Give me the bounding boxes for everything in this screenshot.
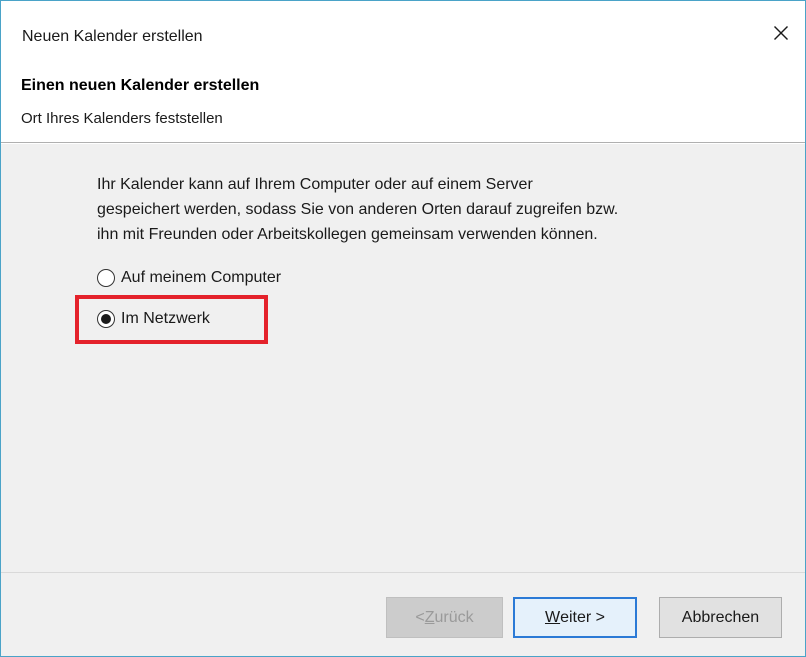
back-button[interactable]: < Zurück: [386, 597, 503, 638]
button-bar: < Zurück Weiter > Abbrechen: [1, 572, 805, 656]
cancel-button-label: Abbrechen: [681, 608, 760, 626]
radio-button-local[interactable]: [97, 269, 115, 287]
description-text: Ihr Kalender kann auf Ihrem Computer ode…: [97, 172, 747, 247]
next-button-label: eiter >: [560, 608, 606, 626]
highlight-annotation: [75, 295, 268, 344]
dialog-window: Neuen Kalender erstellen Einen neuen Kal…: [0, 0, 806, 657]
close-icon: [774, 26, 788, 40]
close-button[interactable]: [761, 15, 801, 51]
cancel-button[interactable]: Abbrechen: [659, 597, 782, 638]
radio-label-local: Auf meinem Computer: [121, 269, 282, 286]
wizard-subtitle: Ort Ihres Kalenders feststellen: [21, 110, 223, 127]
description-line: gespeichert werden, sodass Sie von ander…: [97, 201, 619, 218]
back-button-label: urück: [434, 608, 474, 626]
radio-option-local[interactable]: Auf meinem Computer: [97, 266, 281, 290]
back-button-accel: Z: [424, 608, 435, 626]
wizard-content: Ihr Kalender kann auf Ihrem Computer ode…: [1, 144, 805, 572]
next-button[interactable]: Weiter >: [513, 597, 637, 638]
window-title: Neuen Kalender erstellen: [22, 28, 203, 45]
title-bar: Neuen Kalender erstellen: [1, 1, 805, 59]
back-button-prefix: <: [415, 608, 425, 626]
description-line: ihn mit Freunden oder Arbeitskollegen ge…: [97, 226, 598, 243]
next-button-accel: W: [544, 608, 561, 626]
wizard-header: Einen neuen Kalender erstellen Ort Ihres…: [1, 59, 805, 143]
description-line: Ihr Kalender kann auf Ihrem Computer ode…: [97, 176, 533, 193]
wizard-title: Einen neuen Kalender erstellen: [21, 77, 260, 94]
